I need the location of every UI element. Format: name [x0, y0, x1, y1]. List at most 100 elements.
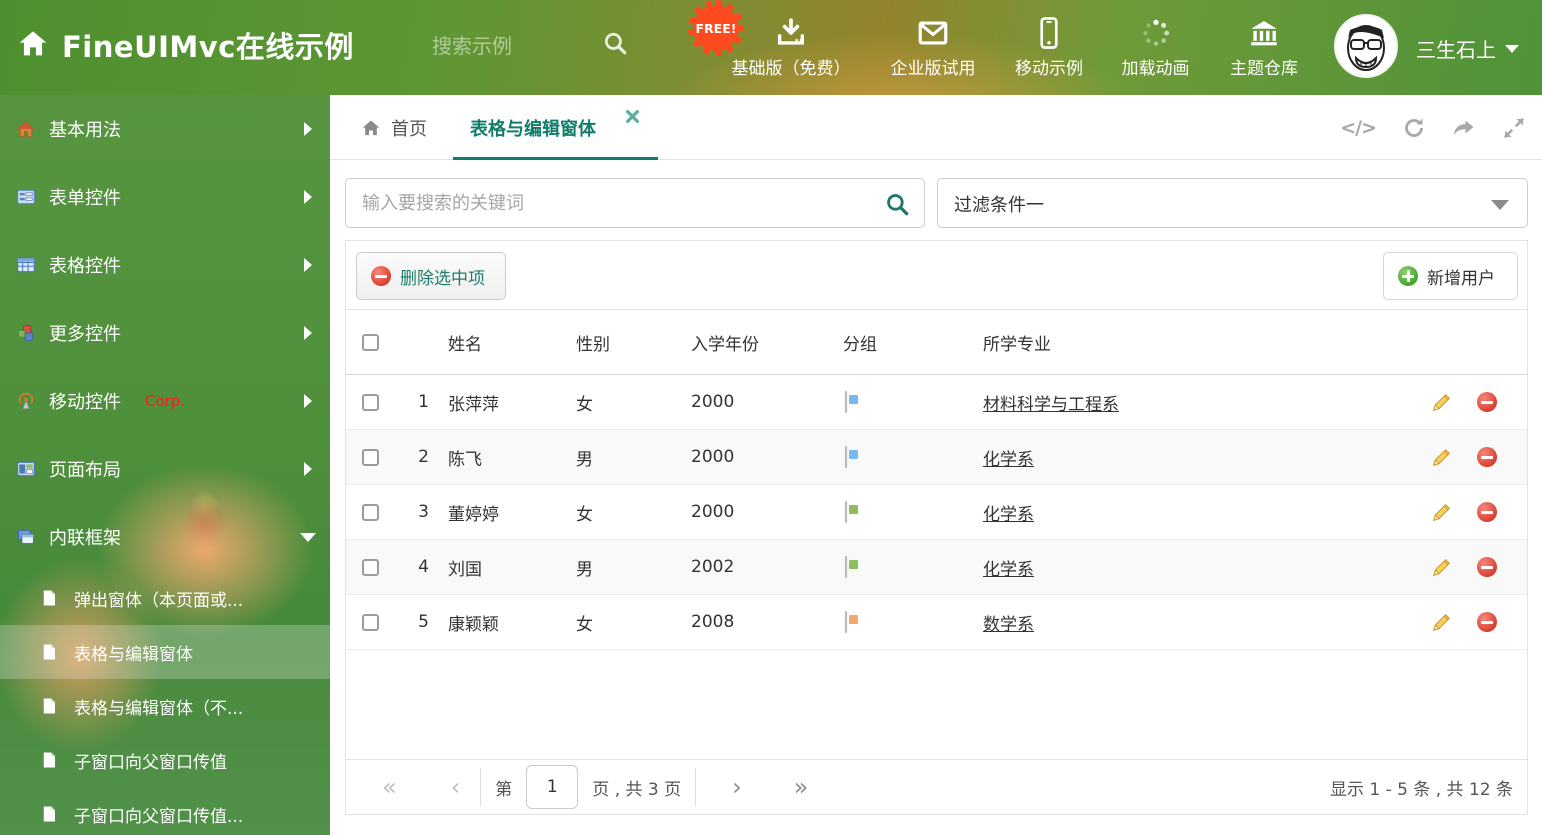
tab-home[interactable]: 首页 [360, 95, 427, 160]
cell-name: 张萍萍 [448, 394, 499, 415]
header-action-theme-store[interactable]: 主题仓库 [1209, 14, 1319, 82]
sidebar-item-iframe[interactable]: 内联框架 [0, 503, 330, 571]
pagination-bar: « ‹ 第 页 , 共 3 页 › » 显示 1 - 5 条 , 共 12 条 [346, 759, 1527, 814]
home-icon[interactable] [16, 28, 50, 64]
sidebar-item-mobile-controls[interactable]: 移动控件 Corp. [0, 367, 330, 435]
column-header-year[interactable]: 入学年份 [681, 330, 831, 355]
column-header-major[interactable]: 所学专业 [971, 330, 1417, 355]
major-link[interactable]: 化学系 [983, 450, 1034, 470]
file-icon [40, 805, 58, 823]
delete-selected-button[interactable]: 删除选中项 [356, 252, 506, 300]
sidebar-subitem-label: 子窗口向父窗口传值 [74, 752, 227, 773]
major-link[interactable]: 材料科学与工程系 [983, 395, 1119, 415]
cell-name: 董婷婷 [448, 504, 499, 525]
sidebar-item-form-controls[interactable]: 表单控件 [0, 163, 330, 231]
app-header: FineUIMvc在线示例 FREE! 基础版（免费） 企业版试用 移动示例 [0, 0, 1542, 95]
user-avatar[interactable] [1334, 14, 1398, 78]
header-action-mobile-demos[interactable]: 移动示例 [994, 14, 1104, 82]
chevron-down-icon [300, 532, 316, 542]
cell-name: 陈飞 [448, 449, 482, 470]
header-action-loading-animations[interactable]: 加载动画 [1103, 14, 1208, 82]
frames-icon [16, 527, 36, 547]
edit-pencil-icon[interactable] [1431, 501, 1453, 523]
column-header-name[interactable]: 姓名 [436, 330, 566, 355]
major-link[interactable]: 化学系 [983, 560, 1034, 580]
delete-row-icon[interactable] [1477, 557, 1497, 577]
sidebar-item-page-layout[interactable]: 页面布局 [0, 435, 330, 503]
cell-gender: 男 [576, 449, 593, 470]
add-user-button[interactable]: 新增用户 [1383, 252, 1518, 300]
chevron-right-icon [304, 394, 312, 408]
delete-selected-label: 删除选中项 [400, 268, 485, 289]
sidebar-subitem-child-to-parent[interactable]: 子窗口向父窗口传值 [0, 733, 330, 787]
row-checkbox[interactable] [361, 558, 379, 576]
sidebar-subitem-label: 表格与编辑窗体（不... [74, 698, 244, 719]
delete-row-icon[interactable] [1477, 447, 1497, 467]
user-menu[interactable]: 三生石上 [1416, 34, 1519, 63]
sidebar-item-label: 表单控件 [49, 188, 121, 209]
tab-grid-edit-window[interactable]: 表格与编辑窗体 [470, 95, 596, 160]
header-search-input[interactable] [432, 28, 592, 64]
keyword-search-input[interactable] [362, 179, 872, 227]
row-checkbox[interactable] [361, 503, 379, 521]
minus-circle-icon [371, 266, 391, 286]
grid-header-row: 姓名 性别 入学年份 分组 所学专业 [346, 309, 1527, 375]
edit-pencil-icon[interactable] [1431, 556, 1453, 578]
sidebar-subitem-grid-edit-window[interactable]: 表格与编辑窗体 [0, 625, 330, 679]
cell-gender: 女 [576, 394, 593, 415]
close-icon[interactable] [626, 108, 639, 127]
row-checkbox[interactable] [361, 448, 379, 466]
header-action-basic-edition[interactable]: 基础版（免费） [725, 14, 857, 82]
search-icon[interactable] [884, 191, 910, 221]
main-content: 首页 表格与编辑窗体 </> 过滤条件一 [330, 95, 1542, 835]
edit-pencil-icon[interactable] [1431, 611, 1453, 633]
view-source-icon[interactable]: </> [1340, 117, 1377, 139]
tab-bar: 首页 表格与编辑窗体 </> [330, 95, 1542, 160]
edit-pencil-icon[interactable] [1431, 446, 1453, 468]
first-page-button[interactable]: « [376, 773, 403, 801]
header-action-label: 企业版试用 [890, 59, 976, 79]
sidebar-subitem-child-to-parent-2[interactable]: 子窗口向父窗口传值... [0, 787, 330, 835]
fullscreen-icon[interactable] [1502, 116, 1526, 140]
cell-year: 2000 [691, 392, 735, 412]
keyword-search-box [345, 178, 925, 228]
chevron-right-icon [304, 190, 312, 204]
share-icon[interactable] [1452, 116, 1476, 140]
last-page-button[interactable]: » [788, 773, 815, 801]
column-header-group[interactable]: 分组 [831, 330, 971, 355]
filter-dropdown[interactable]: 过滤条件一 [937, 178, 1528, 228]
tag-icon [845, 391, 847, 413]
header-action-label: 移动示例 [1015, 59, 1083, 79]
delete-row-icon[interactable] [1477, 612, 1497, 632]
cell-year: 2000 [691, 502, 735, 522]
sidebar-item-grid-controls[interactable]: 表格控件 [0, 231, 330, 299]
refresh-icon[interactable] [1402, 116, 1426, 140]
file-icon [40, 697, 58, 715]
next-page-button[interactable]: › [726, 773, 748, 801]
sidebar-item-label: 更多控件 [49, 324, 121, 345]
select-all-checkbox[interactable] [361, 333, 379, 351]
header-action-enterprise-trial[interactable]: 企业版试用 [873, 14, 993, 82]
sidebar-item-basic-usage[interactable]: 基本用法 [0, 95, 330, 163]
header-action-label: 加载动画 [1121, 59, 1190, 79]
edit-pencil-icon[interactable] [1431, 391, 1453, 413]
row-checkbox[interactable] [361, 613, 379, 631]
sidebar-subitem-grid-edit-window-2[interactable]: 表格与编辑窗体（不... [0, 679, 330, 733]
delete-row-icon[interactable] [1477, 392, 1497, 412]
header-search-icon[interactable] [602, 30, 628, 60]
row-checkbox[interactable] [361, 393, 379, 411]
download-icon [725, 14, 857, 52]
table-row: 1 张萍萍 女 2000 材料科学与工程系 [346, 375, 1527, 430]
app-title: FineUIMvc在线示例 [62, 30, 354, 64]
file-icon [40, 589, 58, 607]
sidebar-item-more-controls[interactable]: 更多控件 [0, 299, 330, 367]
tag-icon [845, 446, 847, 468]
major-link[interactable]: 数学系 [983, 615, 1034, 635]
delete-row-icon[interactable] [1477, 502, 1497, 522]
page-number-input[interactable] [526, 765, 579, 809]
house-icon [16, 119, 36, 139]
major-link[interactable]: 化学系 [983, 505, 1034, 525]
column-header-gender[interactable]: 性别 [566, 330, 681, 355]
prev-page-button[interactable]: ‹ [445, 773, 467, 801]
sidebar-subitem-popup-window[interactable]: 弹出窗体（本页面或... [0, 571, 330, 625]
